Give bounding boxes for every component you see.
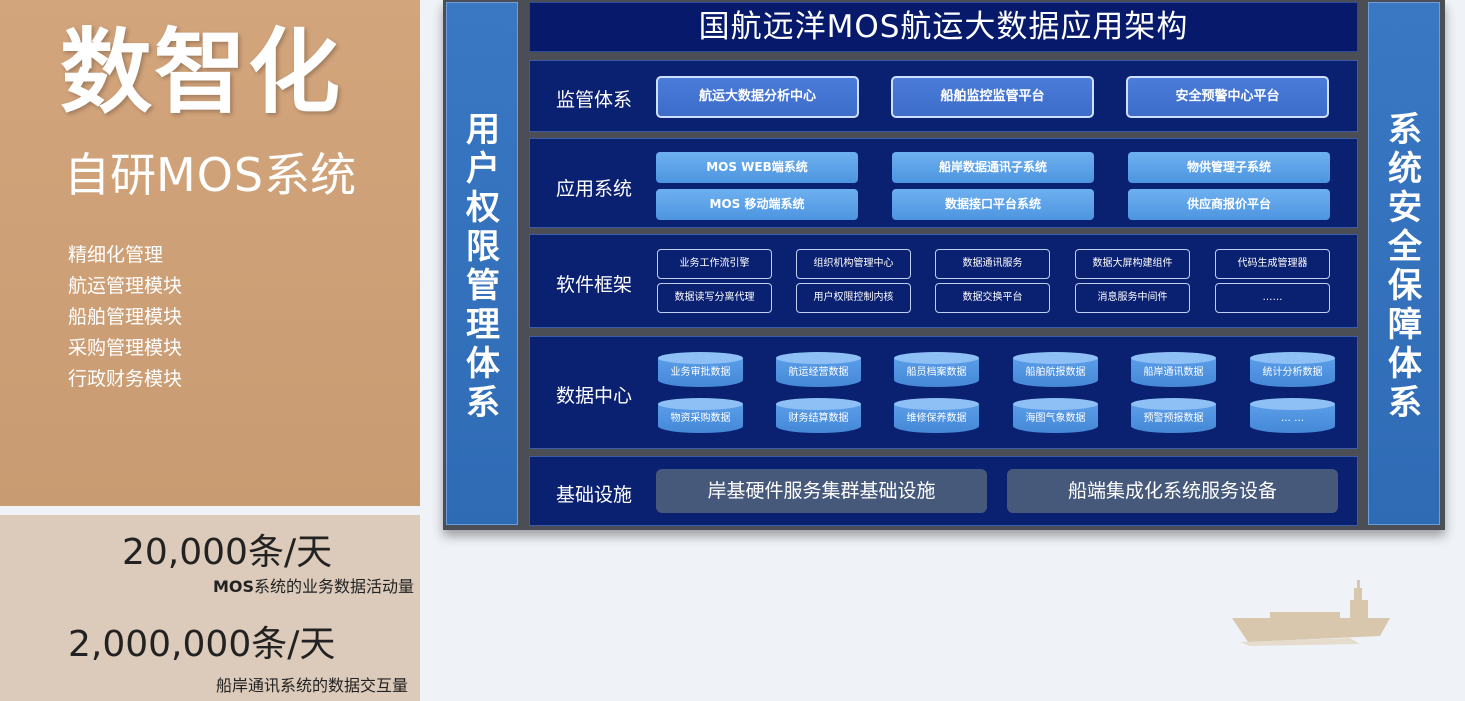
layer-supervision: 监管体系 航运大数据分析中心 船舶监控监管平台 安全预警中心平台 — [529, 60, 1358, 132]
supervision-item: 船舶监控监管平台 — [891, 76, 1094, 118]
database-cylinder: 维修保养数据 — [894, 398, 979, 433]
user-permission-label: 用户权限管理体系 — [466, 110, 500, 423]
database-label: 维修保养数据 — [906, 413, 967, 424]
brand-title: 数智化 — [60, 19, 343, 126]
security-column: 系统安全保障体系 — [1368, 2, 1440, 525]
framework-item: 数据大屏构建组件 — [1075, 249, 1190, 279]
architecture-title: 国航远洋MOS航运大数据应用架构 — [529, 2, 1358, 52]
brand-panel: 数智化 自研MOS系统 精细化管理 航运管理模块 船舶管理模块 采购管理模块 行… — [0, 0, 420, 506]
database-cylinder: 航运经营数据 — [776, 352, 861, 387]
database-cylinder: … … — [1250, 398, 1335, 433]
database-cylinder: 物资采购数据 — [658, 398, 743, 433]
architecture-diagram: 用户权限管理体系 系统安全保障体系 国航远洋MOS航运大数据应用架构 监管体系 … — [443, 0, 1445, 530]
stat-business-volume: 20,000条/天 — [122, 532, 333, 573]
layer-data-center: 数据中心 业务审批数据 航运经营数据 船员档案数据 船舶航报数据 船岸通讯数据 … — [529, 336, 1358, 449]
feature-item: 行政财务模块 — [68, 368, 183, 390]
application-item: 供应商报价平台 — [1128, 189, 1330, 220]
stat-business-desc-bold: MOS — [212, 577, 254, 596]
layer-label: 数据中心 — [556, 385, 633, 407]
database-label: 船岸通讯数据 — [1143, 367, 1204, 378]
stat-exchange-volume: 2,000,000条/天 — [68, 624, 336, 665]
database-label: 船员档案数据 — [906, 367, 967, 378]
security-label: 系统安全保障体系 — [1388, 110, 1422, 423]
database-label: 预警预报数据 — [1143, 413, 1204, 424]
database-cylinder: 业务审批数据 — [658, 352, 743, 387]
application-item: MOS 移动端系统 — [656, 189, 858, 220]
infrastructure-item: 船端集成化系统服务设备 — [1007, 469, 1338, 513]
database-cylinder: 统计分析数据 — [1250, 352, 1335, 387]
application-item: MOS WEB端系统 — [656, 152, 858, 183]
brand-subtitle-prefix: 自研 — [64, 148, 156, 202]
database-label: 统计分析数据 — [1262, 367, 1323, 378]
framework-item: 消息服务中间件 — [1075, 283, 1190, 313]
framework-item: 代码生成管理器 — [1215, 249, 1330, 279]
layer-label: 基础设施 — [556, 484, 633, 506]
user-permission-column: 用户权限管理体系 — [446, 2, 518, 525]
framework-item: 数据通讯服务 — [935, 249, 1050, 279]
brand-subtitle-suffix: 系统 — [264, 148, 357, 202]
framework-item: 数据读写分离代理 — [657, 283, 772, 313]
database-cylinder: 海图气象数据 — [1013, 398, 1098, 433]
application-item: 船岸数据通讯子系统 — [892, 152, 1094, 183]
layer-application: 应用系统 MOS WEB端系统 船岸数据通讯子系统 物供管理子系统 MOS 移动… — [529, 138, 1358, 228]
database-label: 财务结算数据 — [788, 413, 849, 424]
database-label: 海图气象数据 — [1025, 413, 1086, 424]
database-label: 船舶航报数据 — [1025, 367, 1086, 378]
database-label: … … — [1280, 413, 1305, 424]
infrastructure-item: 岸基硬件服务集群基础设施 — [656, 469, 987, 513]
application-item: 数据接口平台系统 — [892, 189, 1094, 220]
database-label: 业务审批数据 — [670, 367, 731, 378]
feature-item: 精细化管理 — [68, 244, 164, 266]
layer-infrastructure: 基础设施 岸基硬件服务集群基础设施 船端集成化系统服务设备 — [529, 456, 1358, 526]
layer-framework: 软件框架 业务工作流引擎 组织机构管理中心 数据通讯服务 数据大屏构建组件 代码… — [529, 234, 1358, 328]
database-cylinder: 船舶航报数据 — [1013, 352, 1098, 387]
feature-item: 采购管理模块 — [68, 337, 183, 359]
layer-label: 应用系统 — [556, 178, 633, 200]
supervision-item: 安全预警中心平台 — [1126, 76, 1329, 118]
database-cylinder: 财务结算数据 — [776, 398, 861, 433]
database-cylinder: 预警预报数据 — [1131, 398, 1216, 433]
ship-icon — [1232, 580, 1390, 646]
layer-label: 监管体系 — [556, 89, 633, 111]
framework-item: 业务工作流引擎 — [657, 249, 772, 279]
feature-item: 船舶管理模块 — [68, 306, 183, 328]
stat-business-desc: MOS系统的业务数据活动量 — [213, 573, 414, 597]
feature-list: 精细化管理 航运管理模块 船舶管理模块 采购管理模块 行政财务模块 — [68, 240, 182, 395]
framework-item: …… — [1215, 283, 1330, 313]
brand-subtitle-mid: MOS — [156, 148, 265, 202]
stat-exchange-desc: 船岸通讯系统的数据交互量 — [215, 676, 408, 695]
stat-business-desc-text: 系统的业务数据活动量 — [253, 577, 414, 596]
database-label: 航运经营数据 — [788, 367, 849, 378]
database-cylinder: 船岸通讯数据 — [1131, 352, 1216, 387]
layer-label: 软件框架 — [556, 274, 633, 296]
feature-item: 航运管理模块 — [68, 275, 183, 297]
framework-item: 数据交换平台 — [935, 283, 1050, 313]
application-item: 物供管理子系统 — [1128, 152, 1330, 183]
supervision-item: 航运大数据分析中心 — [656, 76, 859, 118]
framework-item: 用户权限控制内核 — [796, 283, 911, 313]
framework-item: 组织机构管理中心 — [796, 249, 911, 279]
database-cylinder: 船员档案数据 — [894, 352, 979, 387]
stats-panel: 20,000条/天 MOS系统的业务数据活动量 2,000,000条/天 船岸通… — [0, 515, 420, 701]
database-label: 物资采购数据 — [670, 413, 731, 424]
brand-subtitle: 自研MOS系统 — [64, 150, 356, 201]
